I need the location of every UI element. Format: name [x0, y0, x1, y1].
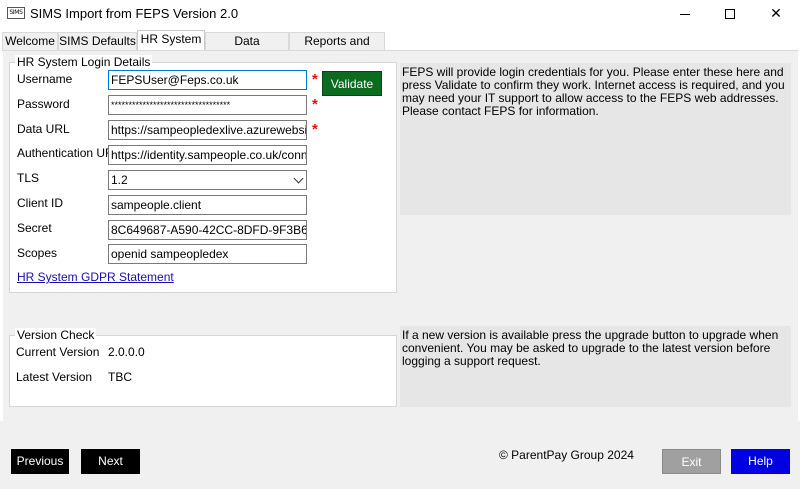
next-button[interactable]: Next: [81, 449, 140, 474]
current-version-label: Current Version: [16, 345, 100, 359]
tab-sims-defaults[interactable]: SIMS Defaults: [58, 32, 137, 50]
username-input[interactable]: FEPSUser@Feps.co.uk: [108, 70, 307, 90]
latest-version-value: TBC: [108, 370, 132, 384]
maximize-button[interactable]: [707, 0, 753, 28]
previous-button[interactable]: Previous: [11, 449, 69, 474]
copyright-text: © ParentPay Group 2024: [499, 448, 634, 462]
minimize-icon: [680, 14, 690, 15]
username-label: Username: [17, 72, 73, 86]
close-button[interactable]: ✕: [753, 0, 799, 28]
password-input[interactable]: **********************************: [108, 95, 307, 115]
client-id-label: Client ID: [17, 196, 64, 210]
gdpr-statement-link[interactable]: HR System GDPR Statement: [17, 270, 174, 284]
validate-button[interactable]: Validate: [322, 71, 382, 96]
tab-hr-system[interactable]: HR System: [137, 30, 205, 51]
scopes-label: Scopes: [17, 246, 58, 260]
current-version-value: 2.0.0.0: [108, 345, 145, 359]
login-group-title: HR System Login Details: [15, 55, 153, 69]
password-label: Password: [17, 97, 70, 111]
auth-url-input[interactable]: https://identity.sampeople.co.uk/connect…: [108, 145, 307, 165]
version-info-text: If a new version is available press the …: [400, 326, 791, 407]
window-title: SIMS Import from FEPS Version 2.0: [30, 6, 239, 21]
auth-url-label: Authentication URL: [17, 146, 121, 160]
version-group-title: Version Check: [15, 328, 97, 342]
latest-version-label: Latest Version: [16, 370, 93, 384]
data-url-required-marker: *: [312, 121, 318, 138]
tab-data-exchange[interactable]: Data Exchange: [205, 32, 289, 65]
login-info-text: FEPS will provide login credentials for …: [400, 63, 791, 215]
minimize-button[interactable]: [662, 0, 708, 28]
data-url-label: Data URL: [17, 122, 70, 136]
tab-welcome[interactable]: Welcome: [2, 32, 58, 50]
tls-selected-value: 1.2: [111, 173, 128, 187]
tab-content-panel: HR System Login Details Username FEPSUse…: [3, 51, 798, 421]
close-icon: ✕: [770, 6, 782, 22]
secret-input[interactable]: 8C649687-A590-42CC-8DFD-9F3B61151C: [108, 220, 307, 240]
tls-label: TLS: [17, 171, 40, 185]
chevron-down-icon: [293, 173, 304, 184]
tls-select[interactable]: 1.2: [108, 170, 307, 190]
tab-reports-and-tools[interactable]: Reports and Tools: [289, 32, 385, 65]
help-button[interactable]: Help: [731, 449, 790, 474]
password-required-marker: *: [312, 96, 318, 113]
secret-label: Secret: [17, 221, 52, 235]
footer-bar: Previous Next © ParentPay Group 2024 Exi…: [0, 421, 800, 489]
app-icon: SIMS: [7, 7, 25, 19]
title-bar: SIMS SIMS Import from FEPS Version 2.0 ✕: [0, 0, 800, 28]
username-required-marker: *: [312, 71, 318, 88]
client-id-input[interactable]: sampeople.client: [108, 195, 307, 215]
data-url-input[interactable]: https://sampeopledexlive.azurewebsites.n…: [108, 120, 307, 140]
maximize-icon: [725, 9, 735, 19]
scopes-input[interactable]: openid sampeopledex: [108, 244, 307, 264]
exit-button[interactable]: Exit: [662, 449, 721, 474]
